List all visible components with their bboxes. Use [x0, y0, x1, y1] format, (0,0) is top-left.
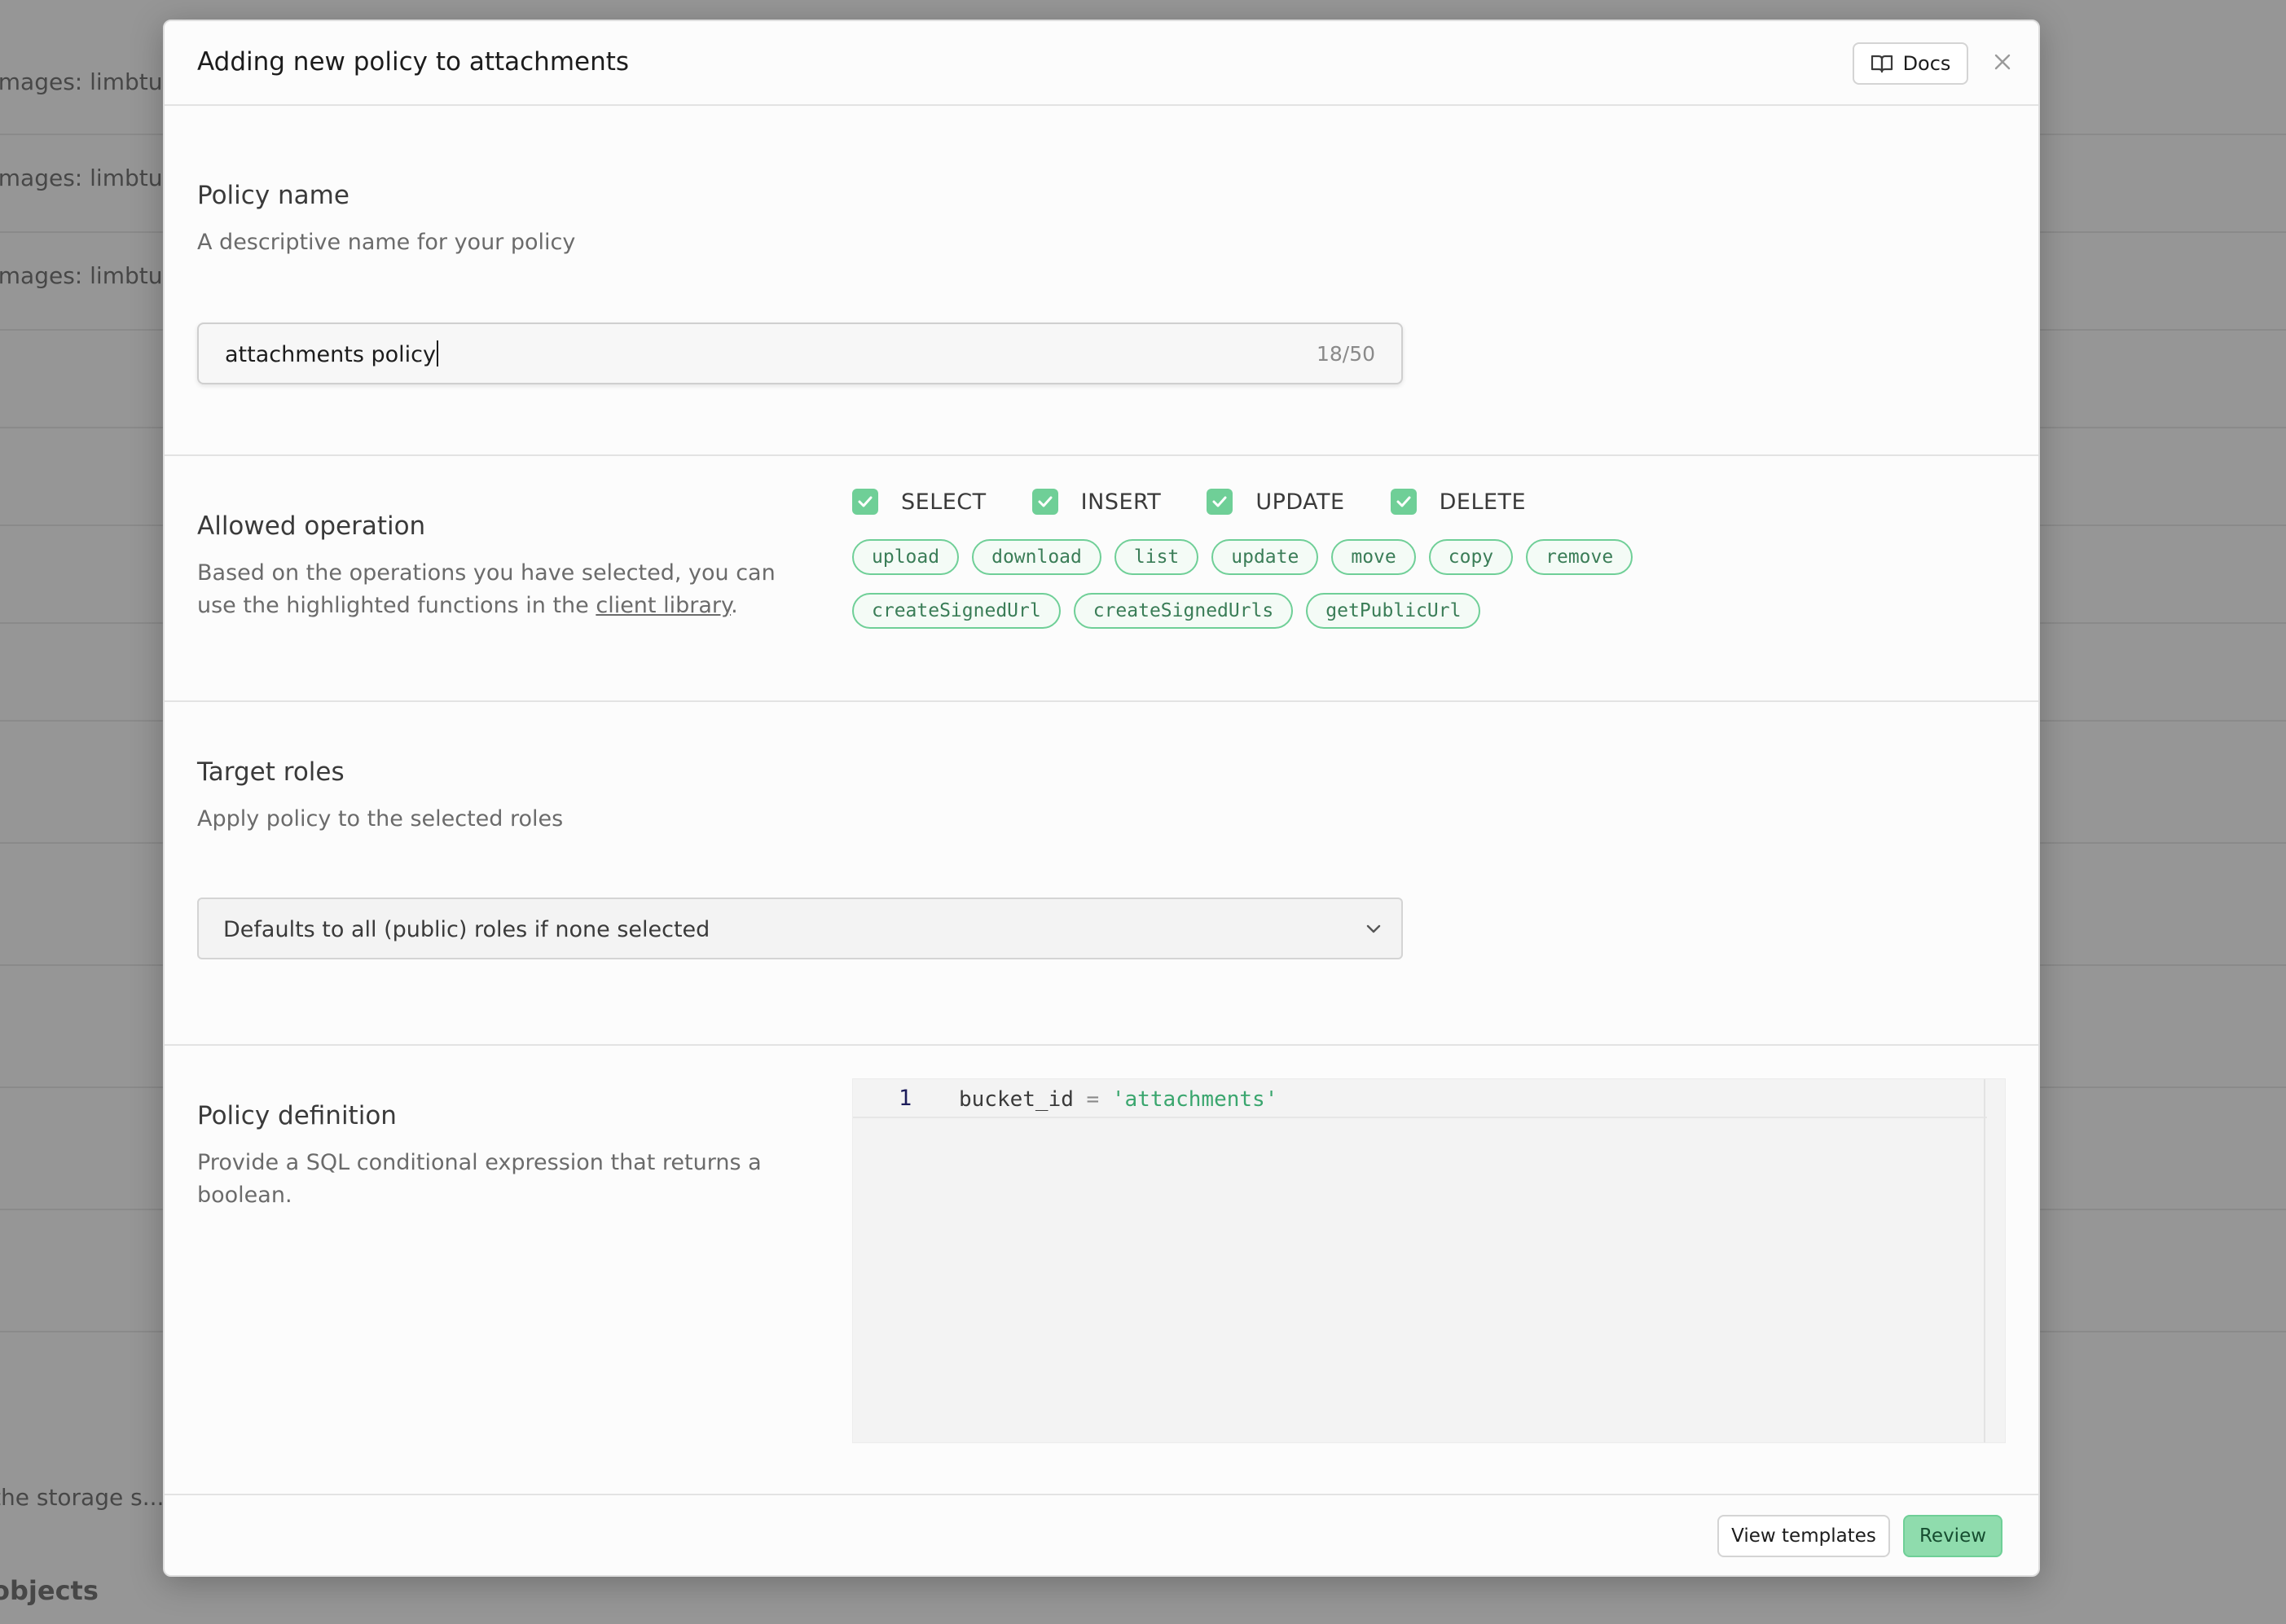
- function-tag: download: [972, 539, 1101, 575]
- policy-name-section: Policy name A descriptive name for your …: [165, 106, 2038, 456]
- function-tag: update: [1211, 539, 1319, 575]
- operation-select[interactable]: SELECT: [852, 489, 987, 515]
- function-tag: createSignedUrl: [852, 593, 1061, 629]
- operation-delete[interactable]: DELETE: [1390, 489, 1527, 515]
- modal-footer: View templates Review: [165, 1494, 2038, 1575]
- operation-insert[interactable]: INSERT: [1031, 489, 1162, 515]
- policy-name-description: A descriptive name for your policy: [197, 230, 576, 255]
- sql-editor[interactable]: 1 bucket_id = 'attachments': [852, 1078, 2006, 1443]
- text-caret: [436, 340, 438, 366]
- line-number: 1: [899, 1086, 912, 1111]
- target-roles-section: Target roles Apply policy to the selecte…: [165, 702, 2038, 1046]
- code-line[interactable]: bucket_id = 'attachments': [959, 1087, 1277, 1112]
- select-label: SELECT: [901, 489, 987, 515]
- update-checkbox[interactable]: [1207, 489, 1233, 515]
- function-tag: move: [1331, 539, 1416, 575]
- close-button[interactable]: [1986, 46, 2019, 78]
- policy-name-title: Policy name: [197, 181, 349, 210]
- roles-select[interactable]: Defaults to all (public) roles if none s…: [197, 898, 1403, 959]
- function-tag: list: [1114, 539, 1199, 575]
- function-tag: upload: [852, 539, 960, 575]
- chevron-down-icon: [1366, 924, 1381, 933]
- client-library-link[interactable]: client library: [596, 593, 731, 618]
- function-tag: getPublicUrl: [1306, 593, 1481, 629]
- view-templates-button[interactable]: View templates: [1717, 1515, 1890, 1557]
- policy-definition-title: Policy definition: [197, 1101, 397, 1130]
- character-counter: 18/50: [1316, 342, 1375, 366]
- allowed-operation-description: Based on the operations you have selecte…: [197, 560, 776, 618]
- policy-name-input[interactable]: attachments policy 18/50: [197, 323, 1403, 384]
- functions-row-2: createSignedUrl createSignedUrls getPubl…: [852, 593, 1481, 629]
- editor-scrollbar[interactable]: [1984, 1079, 2005, 1442]
- target-roles-title: Target roles: [197, 757, 345, 787]
- check-icon: [1212, 496, 1227, 507]
- roles-select-value: Defaults to all (public) roles if none s…: [223, 917, 710, 942]
- select-checkbox[interactable]: [852, 489, 878, 515]
- policy-modal: Adding new policy to attachments Docs Po…: [163, 20, 2040, 1577]
- book-icon: [1871, 55, 1893, 73]
- modal-title: Adding new policy to attachments: [197, 47, 630, 77]
- docs-label: Docs: [1902, 52, 1951, 75]
- functions-row-1: upload download list update move copy re…: [852, 539, 1633, 575]
- check-icon: [1038, 496, 1053, 507]
- insert-checkbox[interactable]: [1031, 489, 1058, 515]
- editor-line[interactable]: 1 bucket_id = 'attachments': [853, 1079, 1987, 1118]
- update-label: UPDATE: [1255, 489, 1345, 515]
- policy-definition-description: Provide a SQL conditional expression tha…: [197, 1150, 762, 1208]
- target-roles-description: Apply policy to the selected roles: [197, 806, 564, 832]
- function-tag: remove: [1526, 539, 1633, 575]
- close-icon: [1994, 54, 2011, 70]
- review-button[interactable]: Review: [1903, 1515, 2002, 1557]
- function-tag: createSignedUrls: [1073, 593, 1294, 629]
- modal-header: Adding new policy to attachments Docs: [165, 21, 2038, 106]
- function-tag: copy: [1428, 539, 1514, 575]
- delete-checkbox[interactable]: [1390, 489, 1417, 515]
- operation-update[interactable]: UPDATE: [1207, 489, 1344, 515]
- delete-label: DELETE: [1439, 489, 1527, 515]
- check-icon: [858, 496, 873, 507]
- allowed-operation-title: Allowed operation: [197, 511, 426, 541]
- policy-name-value[interactable]: attachments policy: [225, 340, 438, 367]
- insert-label: INSERT: [1080, 489, 1162, 515]
- operations-row: SELECT INSERT UPDATE DELETE: [852, 489, 1572, 515]
- docs-button[interactable]: Docs: [1853, 42, 1968, 85]
- check-icon: [1396, 496, 1411, 507]
